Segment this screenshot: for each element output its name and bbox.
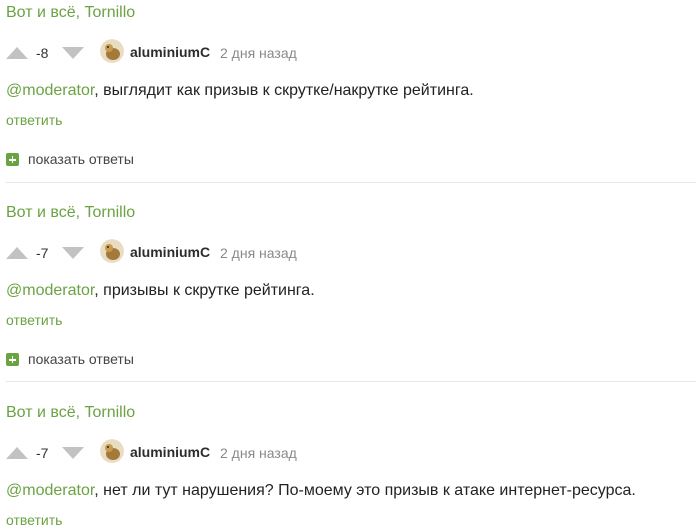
avatar[interactable] <box>100 239 124 263</box>
arrow-up-icon <box>6 447 28 459</box>
mention-link[interactable]: @moderator <box>6 82 94 99</box>
avatar[interactable] <box>100 439 124 463</box>
comment-score: -7 <box>36 445 49 461</box>
divider <box>6 182 696 183</box>
arrow-up-icon <box>6 47 28 59</box>
comment-time: 2 дня назад <box>220 445 297 461</box>
upvote-button[interactable] <box>6 42 28 64</box>
author-name[interactable]: aluminiumC <box>130 444 210 460</box>
comment-text: @moderator, призывы к скрутке рейтинга. <box>6 282 315 300</box>
comment-body: , выглядит как призыв к скрутке/накрутке… <box>94 82 474 99</box>
avatar[interactable] <box>100 39 124 63</box>
plus-icon <box>6 353 19 366</box>
arrow-down-icon <box>62 47 84 59</box>
comment-body: , призывы к скрутке рейтинга. <box>94 282 315 299</box>
author-name[interactable]: aluminiumC <box>130 44 210 60</box>
arrow-down-icon <box>62 447 84 459</box>
reply-link[interactable]: ответить <box>6 312 62 328</box>
avatar-image <box>100 39 124 63</box>
comment-body: , нет ли тут нарушения? По-моему это при… <box>94 482 636 499</box>
author-name[interactable]: aluminiumC <box>130 244 210 260</box>
avatar-image <box>100 239 124 263</box>
mention-link[interactable]: @moderator <box>6 482 94 499</box>
divider <box>6 381 696 382</box>
comment-story-title[interactable]: Вот и всё, Tornillo <box>6 204 135 222</box>
reply-link[interactable]: ответить <box>6 112 62 128</box>
reply-link[interactable]: ответить <box>6 512 62 528</box>
comment-meta: -8 aluminiumC 2 дня назад <box>6 39 696 72</box>
comment-story-title[interactable]: Вот и всё, Tornillo <box>6 404 135 422</box>
comment-score: -7 <box>36 245 49 261</box>
comment-meta: -7 aluminiumC 2 дня назад <box>6 439 696 472</box>
downvote-button[interactable] <box>62 42 84 64</box>
comment-text: @moderator, выглядит как призыв к скрутк… <box>6 82 474 100</box>
comment-time: 2 дня назад <box>220 45 297 61</box>
comment-story-title[interactable]: Вот и всё, Tornillo <box>6 4 135 22</box>
comment-text: @moderator, нет ли тут нарушения? По-мое… <box>6 482 636 500</box>
comment-meta: -7 aluminiumC 2 дня назад <box>6 239 696 272</box>
downvote-button[interactable] <box>62 442 84 464</box>
comments-feed: Вот и всё, Tornillo -8 aluminiumC 2 дня … <box>0 0 700 530</box>
plus-icon <box>6 153 19 166</box>
avatar-image <box>100 439 124 463</box>
comment-score: -8 <box>36 45 49 61</box>
comment-time: 2 дня назад <box>220 245 297 261</box>
show-replies-label: показать ответы <box>28 151 134 167</box>
arrow-down-icon <box>62 247 84 259</box>
show-replies-label: показать ответы <box>28 351 134 367</box>
arrow-up-icon <box>6 247 28 259</box>
upvote-button[interactable] <box>6 442 28 464</box>
mention-link[interactable]: @moderator <box>6 282 94 299</box>
upvote-button[interactable] <box>6 242 28 264</box>
downvote-button[interactable] <box>62 242 84 264</box>
